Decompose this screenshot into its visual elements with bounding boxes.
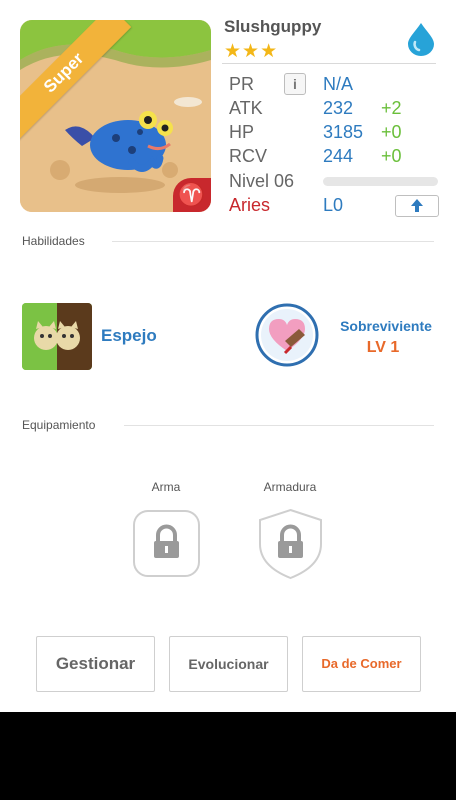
atk-value: 232 [323,98,354,118]
stat-row-hp: HP 3185 +0 [229,122,439,146]
armor-label: Armadura [263,480,317,494]
weapon-slot-lock-icon[interactable] [133,510,200,577]
rcv-value: 244 [323,146,354,166]
equipment-divider [124,425,434,426]
stat-row-sign: Aries L0 [229,195,439,219]
skills-divider [112,241,434,242]
equipment-section-title: Equipamiento [22,418,96,432]
sign-level: L0 [323,195,344,215]
monster-portrait[interactable]: Super ♈ [20,20,211,212]
feed-button[interactable]: Da de Comer [302,636,421,692]
skill-level: LV 1 [366,339,400,356]
upgrade-button[interactable] [395,195,439,217]
manage-button[interactable]: Gestionar [36,636,155,692]
monster-name: Slushguppy [224,17,322,36]
armor-slot-lock-icon[interactable] [257,508,324,580]
stat-row-atk: ATK 232 +2 [229,98,439,122]
mirror-cats-art [22,303,92,370]
rarity-stars: ★★★ [224,41,279,62]
water-drop-icon [408,23,434,56]
heart-shield-icon[interactable] [255,303,319,367]
info-icon[interactable]: i [284,73,306,95]
mirror-cats-icon[interactable] [22,303,92,370]
weapon-label: Arma [151,480,181,494]
sign-label: Aries [229,195,271,215]
rcv-bonus: +0 [381,146,402,166]
rcv-label: RCV [229,146,268,166]
skills-section-title: Habilidades [22,234,85,248]
pr-value: N/A [323,74,354,94]
pr-label: PR [229,74,255,94]
evolve-button[interactable]: Evolucionar [169,636,288,692]
level-progress-bar [323,177,438,186]
monster-detail-screen: Super ♈ Slushguppy ★★★ PR i N/A ATK 232 … [0,0,456,712]
skill-name-espejo: Espejo [101,326,157,345]
skill-name-sobreviviente: Sobreviviente [340,318,432,334]
level-label: Nivel 06 [229,171,295,191]
atk-bonus: +2 [381,98,402,118]
arrow-up-icon [411,199,423,212]
atk-label: ATK [229,98,263,118]
stat-row-rcv: RCV 244 +0 [229,146,439,170]
hp-bonus: +0 [381,122,402,142]
stat-row-level: Nivel 06 [229,171,439,195]
hp-label: HP [229,122,255,142]
header-divider [222,63,436,64]
aries-icon: ♈ [173,178,211,212]
hp-value: 3185 [323,122,364,142]
stat-row-pr: PR i N/A [229,73,439,98]
